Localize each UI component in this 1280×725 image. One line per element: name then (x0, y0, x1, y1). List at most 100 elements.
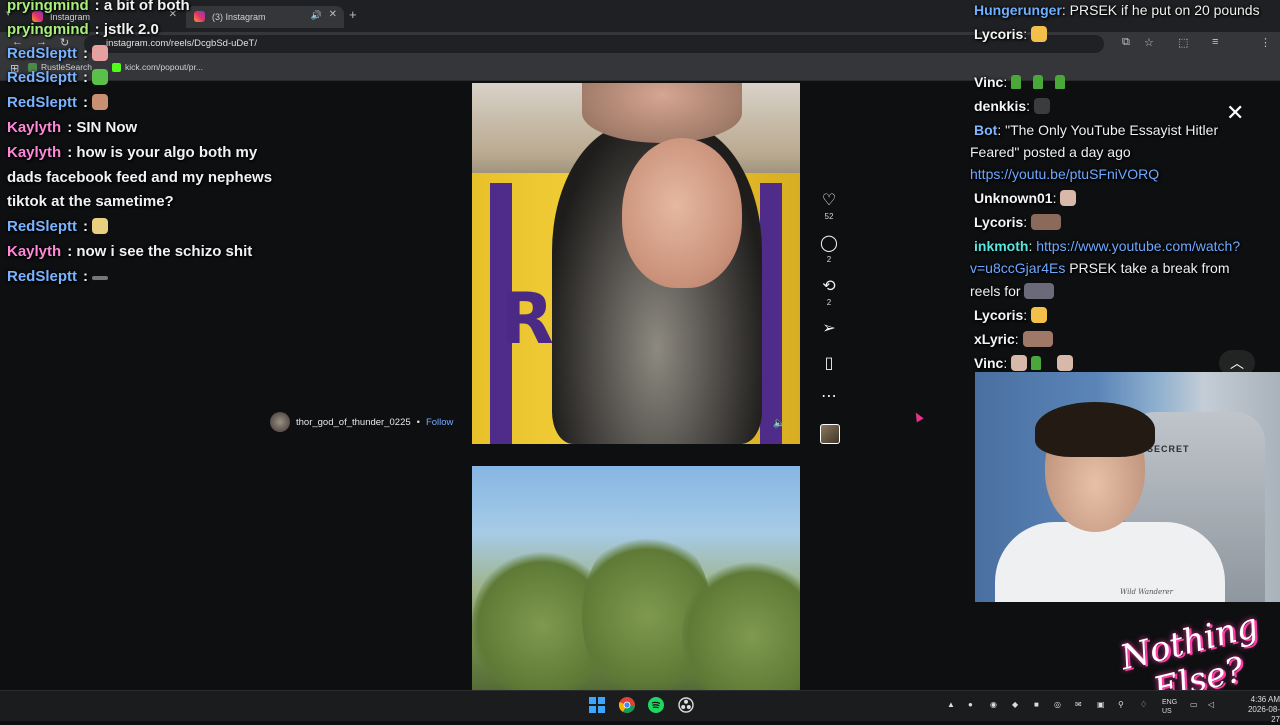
emote-icon (1031, 307, 1048, 323)
chat-link[interactable]: v=u8ccGjar4Es (970, 260, 1065, 276)
repost-icon: ⟲ (822, 278, 836, 295)
volume-icon[interactable]: ◁ (1208, 700, 1214, 709)
chrome-icon[interactable] (618, 697, 635, 713)
chat-link[interactable]: https://youtu.be/ptuSFniVORQ (970, 163, 1159, 185)
author-username[interactable]: thor_god_of_thunder_0225 (296, 417, 411, 428)
chat-message: Lycoris: (974, 211, 1062, 233)
system-clock[interactable]: 4:36 AM 2026-08-27 (1240, 695, 1280, 725)
input-language[interactable]: ENG US (1162, 698, 1177, 716)
chat-message-continued: dads facebook feed and my nephews (7, 169, 273, 186)
chair-brand: SECRET (1147, 444, 1190, 454)
comment-icon: ◯ (820, 235, 838, 252)
chat-message: Lycoris: (974, 23, 1048, 45)
close-icon[interactable]: ✕ (1226, 100, 1244, 126)
emote-icon (1033, 98, 1050, 114)
chat-message: Vinc: (974, 71, 1077, 93)
emote-icon (1031, 26, 1048, 42)
kick-icon (112, 62, 121, 72)
emote-icon (1024, 283, 1055, 299)
emote-icon (1056, 355, 1073, 371)
emote-icon (92, 45, 109, 61)
taskbar (0, 690, 1280, 721)
pepe-dance-icon (1055, 75, 1066, 89)
chat-message: Lycoris: (974, 304, 1048, 326)
chat-message: RedSleptt: (7, 267, 109, 287)
bookmark-star-icon[interactable]: ☆ (1144, 36, 1154, 49)
chat-message: RedSleptt: (7, 68, 109, 88)
instagram-icon (194, 11, 205, 22)
emote-icon (1011, 355, 1028, 371)
hand (622, 138, 742, 288)
emote-icon (92, 69, 109, 85)
chat-message: pryingmind: a bit of both (7, 0, 190, 14)
new-tab-button[interactable]: + (349, 7, 357, 22)
pepe-dance-icon (1030, 356, 1041, 370)
mute-icon[interactable]: 🔈 (773, 418, 789, 432)
steam-icon[interactable]: ◉ (990, 700, 997, 709)
chat-message: inkmoth: https://www.youtube.com/watch? (974, 238, 1241, 254)
chat-message: Vinc: (974, 352, 1073, 374)
tray-app-icon[interactable]: ⚲ (1118, 700, 1124, 709)
spotify-icon[interactable] (648, 697, 664, 713)
streamer-hair (1035, 402, 1155, 457)
chat-message: Kaylyth: SIN Now (7, 119, 138, 136)
extensions-icon[interactable]: ⬚ (1178, 36, 1188, 49)
chat-message: Kaylyth: how is your algo both my (7, 144, 258, 161)
tray-app-icon[interactable]: ✉ (1075, 700, 1082, 709)
emote-icon (1031, 214, 1062, 230)
cast-icon[interactable]: ⧉ (1122, 36, 1130, 49)
repost-count: 2 (826, 298, 832, 307)
obs-icon[interactable] (678, 697, 694, 713)
chat-message-continued: Feared" posted a day ago (970, 144, 1131, 160)
shirt (995, 522, 1225, 602)
jersey-stripe (760, 183, 782, 444)
tab-instagram-2[interactable]: (3) Instagram 🔊 ✕ (186, 6, 344, 28)
next-reel-video[interactable] (472, 466, 800, 690)
more-options-button[interactable]: ⋯ (818, 388, 840, 406)
menu-icon[interactable]: ⋮ (1260, 36, 1271, 49)
tray-app-icon[interactable]: ◎ (1054, 700, 1061, 709)
wifi-icon[interactable]: ▭ (1190, 700, 1198, 709)
heart-icon: ♡ (821, 192, 837, 209)
chat-message-continued: tiktok at the sametime? (7, 193, 174, 210)
chat-message: xLyric: (974, 328, 1053, 350)
emote-icon (92, 276, 109, 280)
chat-message: Hungerunger: PRSEK if he put on 20 pound… (974, 2, 1260, 18)
chat-message: Unknown01: (974, 187, 1077, 209)
chat-message: Bot: "The Only YouTube Essayist Hitler (974, 122, 1219, 138)
comment-button[interactable]: ◯ 2 (818, 235, 840, 264)
reel-author[interactable]: thor_god_of_thunder_0225 • Follow (270, 412, 453, 432)
webcam-feed: SECRET Wild Wanderer (975, 372, 1280, 602)
bookmark-icon: ▯ (824, 355, 834, 372)
pepe-dance-icon (1011, 75, 1022, 89)
separator: • (416, 416, 420, 428)
media-controls-icon[interactable]: ≡ (1212, 36, 1218, 48)
tray-app-icon[interactable]: ♢ (1140, 700, 1147, 709)
tray-app-icon[interactable]: ● (968, 700, 973, 709)
bookmark-kick-popout[interactable]: kick.com/popout/pr... (112, 62, 203, 72)
shirt-text: Wild Wanderer (1120, 588, 1173, 596)
tray-app-icon[interactable]: ■ (1034, 700, 1039, 709)
tray-app-icon[interactable]: ◆ (1012, 700, 1018, 709)
emote-icon (92, 94, 109, 110)
save-button[interactable]: ▯ (818, 355, 840, 373)
like-button[interactable]: ♡ 52 (818, 192, 840, 221)
comment-count: 2 (826, 255, 832, 264)
tray-app-icon[interactable]: ▣ (1097, 700, 1105, 709)
close-tab-icon[interactable]: ✕ (329, 9, 337, 20)
windows-start-icon[interactable] (589, 697, 605, 713)
chat-link[interactable]: https://www.youtube.com/watch? (1036, 238, 1240, 254)
audio-thumbnail[interactable] (820, 424, 840, 444)
follow-button[interactable]: Follow (426, 417, 453, 428)
pepe-dance-icon (1033, 75, 1044, 89)
chat-message-continued: v=u8ccGjar4Es PRSEK take a break from (970, 260, 1230, 276)
repost-button[interactable]: ⟲ 2 (818, 278, 840, 307)
reel-video[interactable]: RS (472, 83, 800, 444)
speaker-icon[interactable]: 🔊 (311, 10, 322, 21)
share-button[interactable]: ➢ (818, 320, 840, 338)
tray-overflow-icon[interactable]: ▲ (947, 700, 955, 709)
chat-message-continued: reels for (970, 280, 1055, 302)
chat-message: denkkis: (974, 95, 1050, 117)
face (582, 83, 742, 143)
avatar[interactable] (270, 412, 290, 432)
